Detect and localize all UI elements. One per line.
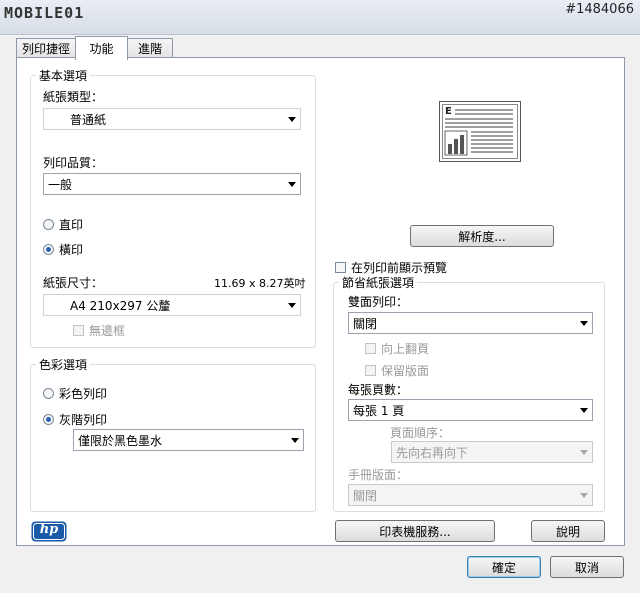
print-dialog: MOBILE01 #1484066 列印捷徑 功能 進階 基本選項 紙張類型： …	[0, 0, 640, 593]
printer-services-button[interactable]: 印表機服務...	[335, 520, 495, 542]
checkbox-icon	[365, 365, 376, 376]
grayscale-radio[interactable]: 灰階列印	[43, 411, 107, 428]
pages-per-sheet-select[interactable]: 每張 1 頁	[348, 399, 593, 421]
duplex-select[interactable]: 關閉	[348, 312, 593, 334]
checkbox-icon	[335, 262, 346, 273]
portrait-radio[interactable]: 直印	[43, 216, 83, 233]
logo-text: MOBILE01	[4, 4, 85, 22]
tab-features[interactable]: 功能	[75, 36, 128, 60]
radio-icon	[43, 388, 54, 399]
tab-shortcuts[interactable]: 列印捷徑	[16, 38, 76, 58]
svg-text:E: E	[445, 106, 452, 117]
paper-size-label: 紙張尺寸：	[43, 276, 104, 290]
borderless-checkbox[interactable]: 無邊框	[73, 322, 125, 339]
paper-size-dimensions: 11.69 x 8.27英吋	[214, 277, 306, 290]
booklet-label: 手冊版面：	[348, 468, 409, 482]
checkbox-icon	[73, 325, 84, 336]
page-order-value: 先向右再向下	[396, 445, 469, 460]
radio-selected-icon	[43, 414, 54, 425]
chevron-down-icon	[287, 437, 303, 443]
chevron-down-icon	[576, 449, 592, 455]
flip-up-checkbox[interactable]: 向上翻頁	[365, 340, 429, 357]
paper-size-value: A4 210x297 公釐	[70, 298, 171, 313]
hp-logo-text: hp	[39, 522, 59, 537]
tab-advanced[interactable]: 進階	[127, 38, 173, 58]
site-logo: MOBILE01	[4, 2, 84, 24]
booklet-value: 關閉	[353, 488, 378, 503]
page-order-label: 頁面順序：	[390, 426, 451, 440]
quality-value: 一般	[48, 177, 73, 192]
chevron-down-icon	[576, 320, 592, 326]
page-order-select[interactable]: 先向右再向下	[391, 441, 593, 463]
grayscale-label: 灰階列印	[59, 413, 108, 427]
chevron-down-icon	[576, 407, 592, 413]
preserve-layout-label: 保留版面	[381, 364, 430, 378]
borderless-label: 無邊框	[89, 324, 126, 338]
booklet-select[interactable]: 關閉	[348, 484, 593, 506]
landscape-radio[interactable]: 橫印	[43, 241, 83, 258]
duplex-label: 雙面列印：	[348, 295, 409, 309]
quality-label: 列印品質：	[43, 156, 104, 170]
pages-per-sheet-value: 每張 1 頁	[353, 403, 405, 418]
portrait-label: 直印	[59, 218, 84, 232]
chevron-down-icon	[576, 492, 592, 498]
landscape-label: 橫印	[59, 243, 84, 257]
color-options-legend: 色彩選項	[36, 356, 91, 373]
radio-icon	[43, 219, 54, 230]
checkbox-icon	[365, 343, 376, 354]
hp-logo: hp	[31, 521, 67, 542]
cancel-button[interactable]: 取消	[550, 556, 624, 578]
paper-type-select[interactable]: 普通紙	[43, 108, 301, 130]
grayscale-mode-value: 僅限於黑色墨水	[78, 433, 163, 448]
chevron-down-icon	[284, 302, 300, 308]
flip-up-label: 向上翻頁	[381, 342, 430, 356]
duplex-value: 關閉	[353, 316, 378, 331]
basic-options-legend: 基本選項	[36, 67, 91, 84]
help-button[interactable]: 說明	[531, 520, 605, 542]
ok-button[interactable]: 確定	[467, 556, 541, 578]
color-print-label: 彩色列印	[59, 387, 108, 401]
resolution-button[interactable]: 解析度...	[410, 225, 554, 247]
paper-type-value: 普通紙	[70, 112, 107, 127]
preserve-layout-checkbox[interactable]: 保留版面	[365, 362, 429, 379]
document-preview-icon: E	[439, 101, 521, 162]
paper-saving-legend: 節省紙張選項	[339, 274, 418, 291]
page-preview-image: E	[439, 101, 521, 162]
chevron-down-icon	[284, 181, 300, 187]
grayscale-mode-select[interactable]: 僅限於黑色墨水	[73, 429, 304, 451]
watermark-id: #1484066	[565, 2, 634, 17]
radio-selected-icon	[43, 244, 54, 255]
color-print-radio[interactable]: 彩色列印	[43, 385, 107, 402]
pages-per-sheet-label: 每張頁數：	[348, 383, 409, 397]
paper-type-label: 紙張類型：	[43, 90, 104, 104]
chevron-down-icon	[284, 116, 300, 122]
quality-select[interactable]: 一般	[43, 173, 301, 195]
title-bar: MOBILE01 #1484066	[0, 0, 640, 35]
paper-size-select[interactable]: A4 210x297 公釐	[43, 294, 301, 316]
